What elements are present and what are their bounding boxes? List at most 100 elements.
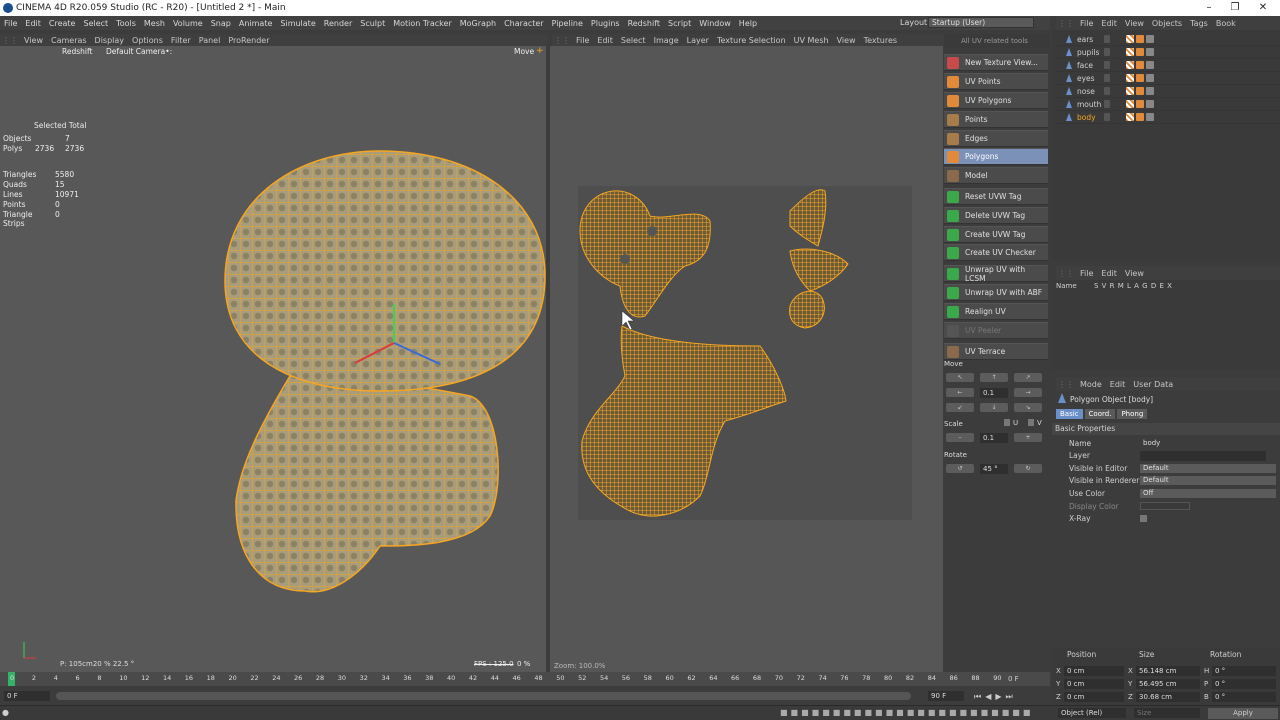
uvw-tag-icon[interactable] bbox=[1146, 61, 1154, 69]
uv-menu-uv-mesh[interactable]: UV Mesh bbox=[790, 36, 833, 45]
uv-menu-edit[interactable]: Edit bbox=[593, 36, 617, 45]
uv-scale-step-field[interactable]: 0.1 bbox=[980, 433, 1008, 443]
coord-mode-select[interactable]: Object (Rel) bbox=[1058, 708, 1126, 718]
viewport-menu-panel[interactable]: Panel bbox=[195, 36, 225, 45]
uv-rotate-cw-button[interactable]: ↻ bbox=[1014, 464, 1042, 473]
phong-tag-icon[interactable] bbox=[1136, 74, 1144, 82]
visibility-dots-icon[interactable] bbox=[1104, 61, 1110, 69]
uv-scale-plus-button[interactable]: + bbox=[1014, 433, 1042, 442]
menu-snap[interactable]: Snap bbox=[207, 19, 235, 28]
viewport-menu-display[interactable]: Display bbox=[91, 36, 129, 45]
render-toolbar-icons[interactable]: ■■■■■■■■■■■■■■■■■■■■■■■■ bbox=[780, 708, 1033, 717]
object-row-face[interactable]: face bbox=[1056, 59, 1280, 72]
uv-move-right-up-button[interactable]: ↗ bbox=[1014, 373, 1042, 382]
size-field[interactable]: 56.148 cm bbox=[1136, 665, 1200, 676]
phong-tag-icon[interactable] bbox=[1136, 35, 1144, 43]
attr-tab-coord[interactable]: Coord. bbox=[1084, 409, 1116, 419]
minimize-icon[interactable]: – bbox=[1196, 0, 1222, 16]
object-name[interactable]: nose bbox=[1056, 87, 1104, 96]
xray-checkbox[interactable] bbox=[1140, 515, 1147, 523]
uv-move-right-down-button[interactable]: ↘ bbox=[1014, 403, 1042, 412]
layers-menu-file[interactable]: File bbox=[1076, 269, 1097, 278]
attr-menu-user-data[interactable]: User Data bbox=[1129, 380, 1177, 389]
uv-tool-create-uv-checker[interactable]: Create UV Checker bbox=[944, 244, 1048, 261]
phong-tag-icon[interactable] bbox=[1136, 113, 1144, 121]
uv-menu-layer[interactable]: Layer bbox=[683, 36, 713, 45]
visibility-dots-icon[interactable] bbox=[1104, 100, 1110, 108]
visibility-dots-icon[interactable] bbox=[1104, 35, 1110, 43]
uv-menu-texture-selection[interactable]: Texture Selection bbox=[713, 36, 790, 45]
menu-volume[interactable]: Volume bbox=[169, 19, 207, 28]
checker-tag-icon[interactable] bbox=[1126, 35, 1134, 43]
menu-mesh[interactable]: Mesh bbox=[140, 19, 169, 28]
pos-field[interactable]: 0 cm bbox=[1064, 691, 1124, 702]
attr-menu-edit[interactable]: Edit bbox=[1106, 380, 1130, 389]
uv-menu-image[interactable]: Image bbox=[650, 36, 683, 45]
timeline[interactable]: 0 2 4 6 8 10 12 14 16 18 20 22 24 26 28 30 32 34 36 38 40 42 4… bbox=[0, 672, 1050, 686]
layers-menu-edit[interactable]: Edit bbox=[1097, 269, 1121, 278]
viewport-menu-prorender[interactable]: ProRender bbox=[224, 36, 273, 45]
menu-help[interactable]: Help bbox=[735, 19, 761, 28]
attr-dropdown[interactable]: Off bbox=[1140, 488, 1276, 498]
uv-move-left-down-button[interactable]: ↙ bbox=[946, 403, 974, 412]
apply-button[interactable]: Apply bbox=[1208, 708, 1278, 719]
attr-tab-phong[interactable]: Phong bbox=[1117, 409, 1148, 419]
uvw-tag-icon[interactable] bbox=[1146, 74, 1154, 82]
uv-tool-unwrap-uv-with-abf[interactable]: Unwrap UV with ABF bbox=[944, 284, 1048, 301]
menu-motion-tracker[interactable]: Motion Tracker bbox=[389, 19, 456, 28]
size-field[interactable]: 30.68 cm bbox=[1136, 691, 1200, 702]
attr-text-field[interactable]: body bbox=[1140, 438, 1266, 448]
close-icon[interactable]: ✕ bbox=[1250, 0, 1276, 16]
menu-file[interactable]: File bbox=[0, 19, 21, 28]
perspective-viewport[interactable]: Redshift Default Camera •: Move + Select… bbox=[0, 46, 546, 672]
uv-tool-uv-terrace[interactable]: UV Terrace bbox=[944, 343, 1048, 360]
uv-islands[interactable] bbox=[550, 46, 943, 672]
menu-animate[interactable]: Animate bbox=[235, 19, 277, 28]
checker-tag-icon[interactable] bbox=[1126, 48, 1134, 56]
menu-create[interactable]: Create bbox=[45, 19, 80, 28]
phong-tag-icon[interactable] bbox=[1136, 87, 1144, 95]
menu-edit[interactable]: Edit bbox=[21, 19, 45, 28]
pos-field[interactable]: 0 cm bbox=[1064, 678, 1124, 689]
objects-menu-book[interactable]: Book bbox=[1212, 19, 1240, 28]
menu-redshift[interactable]: Redshift bbox=[624, 19, 664, 28]
uvw-tag-icon[interactable] bbox=[1146, 87, 1154, 95]
menu-tools[interactable]: Tools bbox=[112, 19, 140, 28]
scale-u-checkbox[interactable] bbox=[1004, 419, 1010, 426]
menu-sculpt[interactable]: Sculpt bbox=[356, 19, 389, 28]
object-row-eyes[interactable]: eyes bbox=[1056, 72, 1280, 85]
objects-menu-view[interactable]: View bbox=[1121, 19, 1148, 28]
uvw-tag-icon[interactable] bbox=[1146, 113, 1154, 121]
uv-tool-uv-points[interactable]: UV Points bbox=[944, 73, 1048, 90]
object-name[interactable]: mouth bbox=[1056, 100, 1104, 109]
menu-render[interactable]: Render bbox=[320, 19, 356, 28]
uv-scale-minus-button[interactable]: – bbox=[946, 433, 974, 442]
uv-tool-polygons[interactable]: Polygons bbox=[944, 148, 1048, 165]
object-name[interactable]: ears bbox=[1056, 35, 1104, 44]
uv-menu-textures[interactable]: Textures bbox=[860, 36, 901, 45]
objects-menu-objects[interactable]: Objects bbox=[1148, 19, 1186, 28]
object-row-mouth[interactable]: mouth bbox=[1056, 98, 1280, 111]
rot-field[interactable]: 0 ° bbox=[1212, 665, 1276, 676]
end-frame-field[interactable]: 90 F bbox=[928, 691, 964, 701]
rot-field[interactable]: 0 ° bbox=[1212, 691, 1276, 702]
objects-menu-tags[interactable]: Tags bbox=[1186, 19, 1212, 28]
uv-tool-new-texture-view[interactable]: New Texture View... bbox=[944, 54, 1048, 71]
uv-rotate-step-field[interactable]: 45 ° bbox=[980, 464, 1008, 474]
visibility-dots-icon[interactable] bbox=[1104, 48, 1110, 56]
uv-move-left-button[interactable]: ← bbox=[946, 388, 974, 397]
phong-tag-icon[interactable] bbox=[1136, 61, 1144, 69]
visibility-dots-icon[interactable] bbox=[1104, 87, 1110, 95]
start-frame-field[interactable]: 0 F bbox=[4, 691, 50, 701]
checker-tag-icon[interactable] bbox=[1126, 87, 1134, 95]
maximize-icon[interactable]: ❐ bbox=[1222, 0, 1248, 16]
phong-tag-icon[interactable] bbox=[1136, 48, 1144, 56]
character-mesh[interactable] bbox=[0, 46, 546, 672]
scale-v-checkbox[interactable] bbox=[1028, 419, 1034, 426]
playback-controls[interactable]: ⏮◀▶⏭ bbox=[974, 692, 1017, 702]
uv-menu-view[interactable]: View bbox=[833, 36, 860, 45]
attr-tab-basic[interactable]: Basic bbox=[1056, 409, 1083, 419]
uv-tool-realign-uv[interactable]: Realign UV bbox=[944, 303, 1048, 320]
menu-mograph[interactable]: MoGraph bbox=[456, 19, 500, 28]
uv-tool-delete-uvw-tag[interactable]: Delete UVW Tag bbox=[944, 207, 1048, 224]
